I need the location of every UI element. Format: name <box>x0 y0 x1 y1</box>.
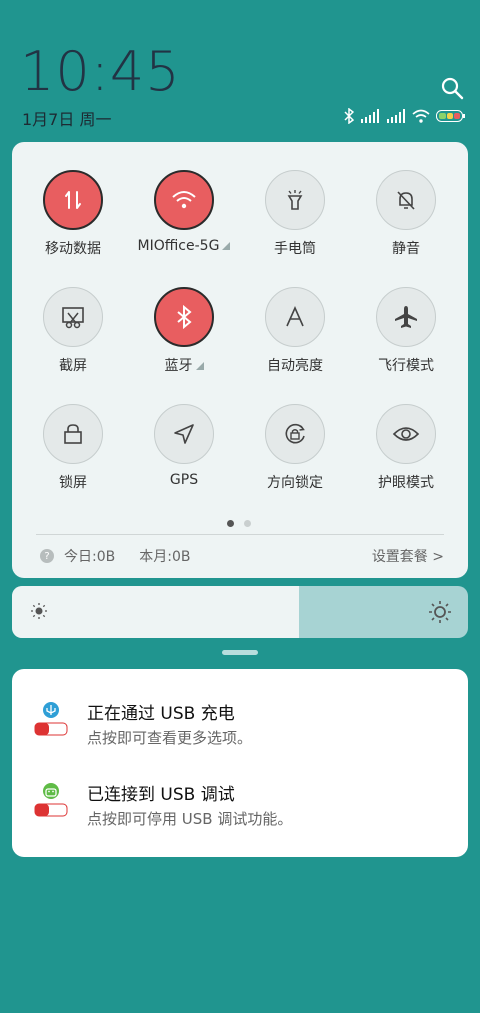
page-dot <box>244 520 251 527</box>
eye-icon <box>376 404 436 464</box>
mute-bell-icon <box>376 170 436 230</box>
help-icon[interactable]: ? <box>40 549 54 563</box>
status-bar <box>344 108 466 124</box>
notification-title: 正在通过 USB 充电 <box>87 704 235 724</box>
notification-usb-debugging[interactable]: 已连接到 USB 调试 点按即可停用 USB 调试功能。 <box>12 780 468 850</box>
usage-month: 本月:0B <box>139 549 191 565</box>
tile-lock-screen[interactable]: 锁屏 <box>23 404 123 492</box>
tile-gps[interactable]: GPS <box>134 404 234 488</box>
tile-label: 方向锁定 <box>267 475 323 491</box>
notification-usb-charging[interactable]: 正在通过 USB 充电 点按即可查看更多选项。 <box>12 699 468 769</box>
tile-label: 移动数据 <box>45 241 101 257</box>
brightness-low-icon <box>30 602 48 624</box>
tile-rotation-lock[interactable]: 方向锁定 <box>245 404 345 492</box>
divider <box>36 534 444 535</box>
data-usage: ? 今日:0B 本月:0B <box>40 546 190 566</box>
clock-time: 10:45 <box>20 40 181 103</box>
flashlight-icon <box>265 170 325 230</box>
tile-label: 截屏 <box>59 358 87 374</box>
panel-drag-handle[interactable] <box>222 650 258 655</box>
wifi-status-icon <box>412 109 430 123</box>
signal-2-icon <box>386 109 406 123</box>
search-icon[interactable] <box>440 76 464 100</box>
tile-mobile-data[interactable]: 移动数据 <box>23 170 123 258</box>
quick-settings-panel: 移动数据 MIOffice-5G 手电筒 静音 截屏 蓝牙 自动亮度 飞行模式 … <box>12 142 468 578</box>
tile-label: 护眼模式 <box>378 475 434 491</box>
clock-date: 1月7日 周一 <box>22 110 112 129</box>
wifi-icon <box>154 170 214 230</box>
lock-icon <box>43 404 103 464</box>
tile-label: 蓝牙 <box>164 358 193 374</box>
tile-auto-brightness[interactable]: 自动亮度 <box>245 287 345 375</box>
auto-brightness-icon <box>265 287 325 347</box>
tile-label: 自动亮度 <box>267 358 323 374</box>
notification-subtitle: 点按即可查看更多选项。 <box>87 729 253 747</box>
expand-indicator-icon <box>222 242 231 250</box>
tile-label: 手电筒 <box>274 241 316 257</box>
data-plan-settings-link[interactable]: 设置套餐 > <box>372 546 444 566</box>
tile-eye-protection[interactable]: 护眼模式 <box>356 404 456 492</box>
notification-panel: 正在通过 USB 充电 点按即可查看更多选项。 已连接到 USB 调试 点按即可… <box>12 669 468 857</box>
tile-bluetooth[interactable]: 蓝牙 <box>134 287 234 375</box>
screenshot-icon <box>43 287 103 347</box>
bluetooth-status-icon <box>344 108 354 124</box>
notification-subtitle: 点按即可停用 USB 调试功能。 <box>87 810 293 828</box>
bluetooth-icon <box>154 287 214 347</box>
tile-label: GPS <box>169 472 199 488</box>
usage-today: 今日:0B <box>64 549 116 565</box>
android-debug-icon <box>34 780 68 820</box>
page-indicator <box>227 520 251 527</box>
brightness-fill <box>12 586 300 638</box>
tile-screenshot[interactable]: 截屏 <box>23 287 123 375</box>
expand-indicator-icon <box>195 362 204 370</box>
tile-label: MIOffice-5G <box>137 238 220 254</box>
tile-mute[interactable]: 静音 <box>356 170 456 258</box>
notification-title: 已连接到 USB 调试 <box>87 785 235 805</box>
tile-label: 静音 <box>392 241 420 257</box>
airplane-icon <box>376 287 436 347</box>
tile-airplane-mode[interactable]: 飞行模式 <box>356 287 456 375</box>
brightness-high-icon <box>428 600 452 628</box>
tile-label: 飞行模式 <box>378 358 434 374</box>
rotation-lock-icon <box>265 404 325 464</box>
page-dot-active <box>227 520 234 527</box>
mobile-data-icon <box>43 170 103 230</box>
usb-app-icon <box>34 699 68 739</box>
tile-wifi[interactable]: MIOffice-5G <box>129 170 239 254</box>
brightness-slider[interactable] <box>12 586 468 638</box>
tile-flashlight[interactable]: 手电筒 <box>245 170 345 258</box>
location-icon <box>154 404 214 464</box>
battery-icon <box>436 110 466 122</box>
signal-1-icon <box>360 109 380 123</box>
tile-label: 锁屏 <box>59 475 87 491</box>
